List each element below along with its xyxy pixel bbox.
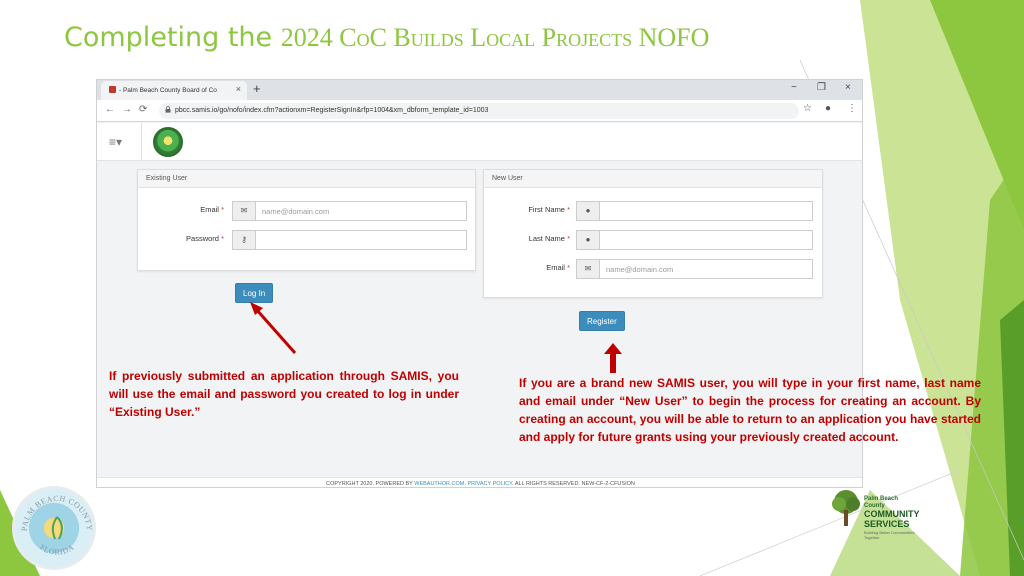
- new-email-row: Email * ✉: [484, 259, 824, 279]
- password-field[interactable]: [256, 230, 467, 250]
- url-input[interactable]: pbcc.samis.io/go/nofo/index.cfm?actionxm…: [159, 103, 799, 119]
- header-divider: [141, 123, 142, 161]
- last-name-label: Last Name *: [528, 234, 570, 243]
- user-icon: ●: [576, 201, 600, 221]
- community-services-logo: Palm Beach County COMMUNITY SERVICES Bui…: [830, 488, 920, 540]
- restore-icon[interactable]: ❐: [817, 82, 826, 93]
- new-email-field[interactable]: [600, 259, 813, 279]
- new-user-panel: New User First Name * ● Last Name * ● Em…: [483, 169, 823, 298]
- envelope-icon: ✉: [576, 259, 600, 279]
- slide: Completing the 2024 CoC Builds Local Pro…: [0, 0, 1024, 576]
- tab-title: - Palm Beach County Board of Co: [119, 87, 217, 94]
- svg-text:FLORIDA: FLORIDA: [38, 543, 76, 557]
- reload-icon[interactable]: ⟳: [139, 104, 147, 115]
- lock-icon: [165, 106, 171, 115]
- site-logo[interactable]: [153, 127, 183, 157]
- password-row: Password * ⚷: [138, 230, 477, 250]
- webauthor-link[interactable]: WEBAUTHOR.COM: [414, 481, 464, 487]
- slide-title: Completing the 2024 CoC Builds Local Pro…: [64, 22, 709, 53]
- email-row: Email * ✉: [138, 201, 477, 221]
- existing-user-note: If previously submitted an application t…: [109, 369, 459, 419]
- back-icon[interactable]: ←: [105, 104, 115, 115]
- url-text: pbcc.samis.io/go/nofo/index.cfm?actionxm…: [175, 107, 489, 114]
- site-footer: COPYRIGHT 2020. POWERED BY WEBAUTHOR.COM…: [97, 477, 862, 487]
- new-tab-button[interactable]: +: [253, 81, 261, 96]
- tab-close-icon[interactable]: ×: [236, 84, 241, 94]
- palm-beach-county-seal: PALM BEACH COUNTY FLORIDA: [12, 486, 96, 570]
- browser-tab[interactable]: - Palm Beach County Board of Co ×: [101, 81, 247, 100]
- first-name-field[interactable]: [600, 201, 813, 221]
- cs-line3: SERVICES: [864, 519, 910, 529]
- first-name-label: First Name *: [528, 205, 570, 214]
- existing-user-panel: Existing User Email * ✉ Password * ⚷: [137, 169, 476, 271]
- log-in-button[interactable]: Log In: [235, 283, 274, 303]
- email-field[interactable]: [256, 201, 467, 221]
- bookmark-star-icon[interactable]: ☆: [803, 103, 812, 114]
- address-bar: ← → ⟳ pbcc.samis.io/go/nofo/index.cfm?ac…: [97, 100, 862, 122]
- seal-top-text: PALM BEACH COUNTY: [20, 494, 94, 531]
- site-header: ≡▾: [97, 123, 862, 161]
- account-icon[interactable]: ●: [825, 103, 831, 114]
- last-name-field[interactable]: [600, 230, 813, 250]
- password-label: Password *: [186, 234, 224, 243]
- minimize-icon[interactable]: −: [791, 82, 797, 93]
- slide-title-part1: Completing the: [64, 22, 281, 53]
- favicon-icon: [109, 86, 116, 93]
- cs-line1: Palm Beach County: [864, 496, 899, 509]
- envelope-icon: ✉: [232, 201, 256, 221]
- svg-text:PALM BEACH COUNTY: PALM BEACH COUNTY: [20, 494, 94, 531]
- new-user-note: If you are a brand new SAMIS user, you w…: [519, 376, 981, 444]
- register-button[interactable]: Register: [579, 311, 625, 331]
- email-label: Email *: [200, 205, 224, 214]
- tree-icon: [832, 490, 860, 526]
- browser-menu-icon[interactable]: ⋮: [847, 103, 857, 114]
- window-close-icon[interactable]: ×: [845, 82, 851, 93]
- slide-title-part2: 2024 CoC Builds Local Projects NOFO: [280, 23, 710, 52]
- key-icon: ⚷: [232, 230, 256, 250]
- hamburger-menu-icon[interactable]: ≡▾: [109, 135, 122, 149]
- cs-tagline: Building Better Communities Together: [864, 530, 915, 540]
- user-icon: ●: [576, 230, 600, 250]
- new-email-label: Email *: [546, 263, 570, 272]
- last-name-row: Last Name * ●: [484, 230, 824, 250]
- browser-tab-bar: - Palm Beach County Board of Co × + − ❐ …: [97, 80, 862, 100]
- privacy-policy-link[interactable]: PRIVACY POLICY: [467, 481, 512, 487]
- seal-bottom-text: FLORIDA: [38, 543, 75, 557]
- new-user-heading: New User: [484, 170, 822, 188]
- cs-line2: COMMUNITY: [864, 509, 920, 519]
- forward-icon[interactable]: →: [122, 104, 132, 115]
- first-name-row: First Name * ●: [484, 201, 824, 221]
- existing-user-heading: Existing User: [138, 170, 475, 188]
